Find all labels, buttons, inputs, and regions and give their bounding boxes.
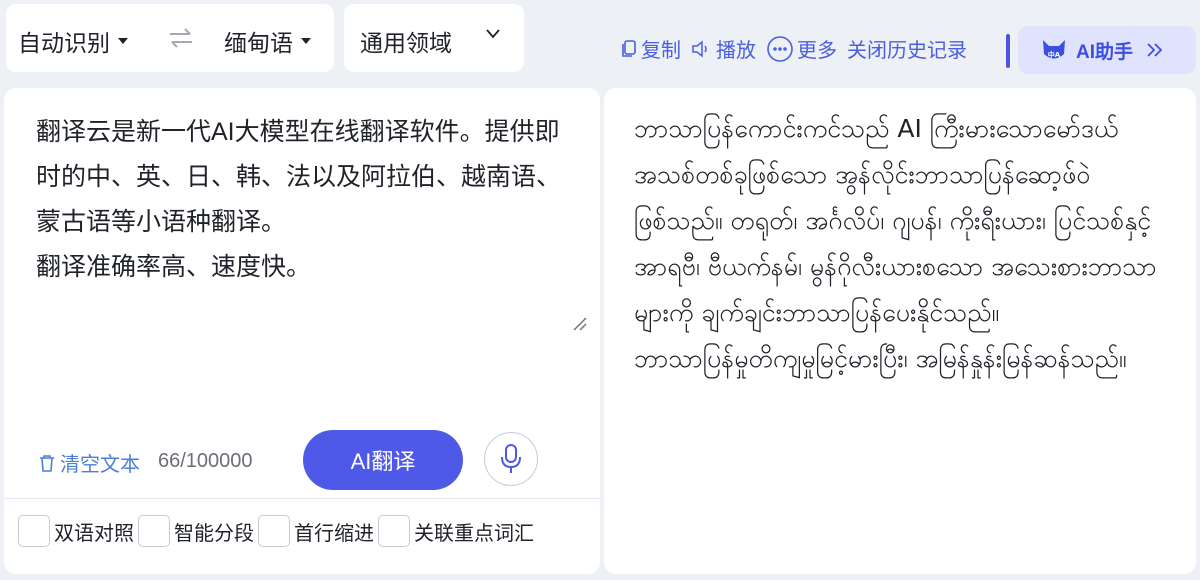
target-panel: ဘာသာပြန်ကောင်းကင်သည် AI ကြီးမားသောမော်ဒယ… — [604, 88, 1196, 574]
option-label: 首行缩进 — [294, 522, 374, 545]
clear-text-button[interactable]: 清空文本 — [38, 448, 140, 477]
target-language-dropdown[interactable]: 缅甸语 — [224, 24, 311, 58]
play-label: 播放 — [716, 40, 756, 62]
char-count: 66/100000 — [158, 450, 253, 472]
checkbox[interactable] — [258, 515, 290, 547]
option-label: 智能分段 — [174, 522, 254, 545]
close-history-label: 关闭历史记录 — [847, 40, 967, 62]
more-label: 更多 — [797, 40, 837, 62]
option-checkbox-item[interactable]: 首行缩进 — [258, 515, 374, 547]
double-chevron-right-icon — [1147, 43, 1163, 57]
resize-handle-icon[interactable] — [570, 314, 588, 332]
close-history-button[interactable]: 关闭历史记录 — [847, 34, 967, 63]
svg-text:中A: 中A — [1048, 50, 1061, 59]
speaker-icon — [692, 39, 707, 58]
target-language-label: 缅甸语 — [224, 30, 293, 56]
domain-label: 通用领域 — [360, 30, 452, 56]
options-list: 双语对照 智能分段 首行缩进 关联重点词汇 — [18, 515, 538, 547]
caret-down-icon — [118, 38, 128, 44]
option-label: 双语对照 — [54, 522, 134, 545]
caret-down-icon — [301, 38, 311, 44]
divider — [1006, 34, 1010, 68]
option-checkbox-item[interactable]: 关联重点词汇 — [378, 515, 534, 547]
ai-fox-icon: 中A — [1043, 40, 1065, 59]
play-button[interactable]: 播放 — [691, 34, 756, 63]
ai-translate-button[interactable]: AI翻译 — [303, 430, 463, 490]
copy-button[interactable]: 复制 — [620, 34, 681, 63]
copy-label: 复制 — [641, 40, 681, 62]
chevron-down-icon — [486, 29, 500, 39]
more-button[interactable]: 更多 — [766, 34, 837, 63]
translation-output: ဘာသာပြန်ကောင်းကင်သည် AI ကြီးမားသောမော်ဒယ… — [634, 114, 1157, 373]
source-language-label: 自动识别 — [18, 30, 110, 56]
result-actions: 复制 播放 更多 关闭历史记录 — [620, 34, 977, 63]
ai-helper-label: AI助手 — [1076, 41, 1134, 63]
option-checkbox-item[interactable]: 双语对照 — [18, 515, 134, 547]
more-icon — [767, 35, 793, 62]
swap-icon[interactable] — [166, 26, 196, 50]
language-selector: 自动识别 缅甸语 — [6, 4, 334, 72]
checkbox[interactable] — [18, 515, 50, 547]
options-bar: 双语对照 智能分段 首行缩进 关联重点词汇 — [4, 498, 600, 574]
voice-input-button[interactable] — [484, 432, 538, 486]
source-language-dropdown[interactable]: 自动识别 — [18, 24, 128, 58]
checkbox[interactable] — [378, 515, 410, 547]
checkbox[interactable] — [138, 515, 170, 547]
microphone-icon — [501, 444, 521, 473]
clear-text-label: 清空文本 — [60, 454, 140, 476]
trash-icon — [40, 454, 54, 472]
source-panel: 翻译云是新一代AI大模型在线翻译软件。提供即时的中、英、日、韩、法以及阿拉伯、越… — [4, 88, 600, 574]
option-label: 关联重点词汇 — [414, 522, 534, 545]
copy-icon — [622, 39, 636, 57]
ai-helper-button[interactable]: 中A AI助手 — [1018, 26, 1196, 74]
source-text-input[interactable]: 翻译云是新一代AI大模型在线翻译软件。提供即时的中、英、日、韩、法以及阿拉伯、越… — [36, 110, 566, 290]
top-toolbar: 自动识别 缅甸语 通用领域 复制 播放 更多 关闭历史记录 中A AI助手 — [0, 0, 1200, 88]
option-checkbox-item[interactable]: 智能分段 — [138, 515, 254, 547]
